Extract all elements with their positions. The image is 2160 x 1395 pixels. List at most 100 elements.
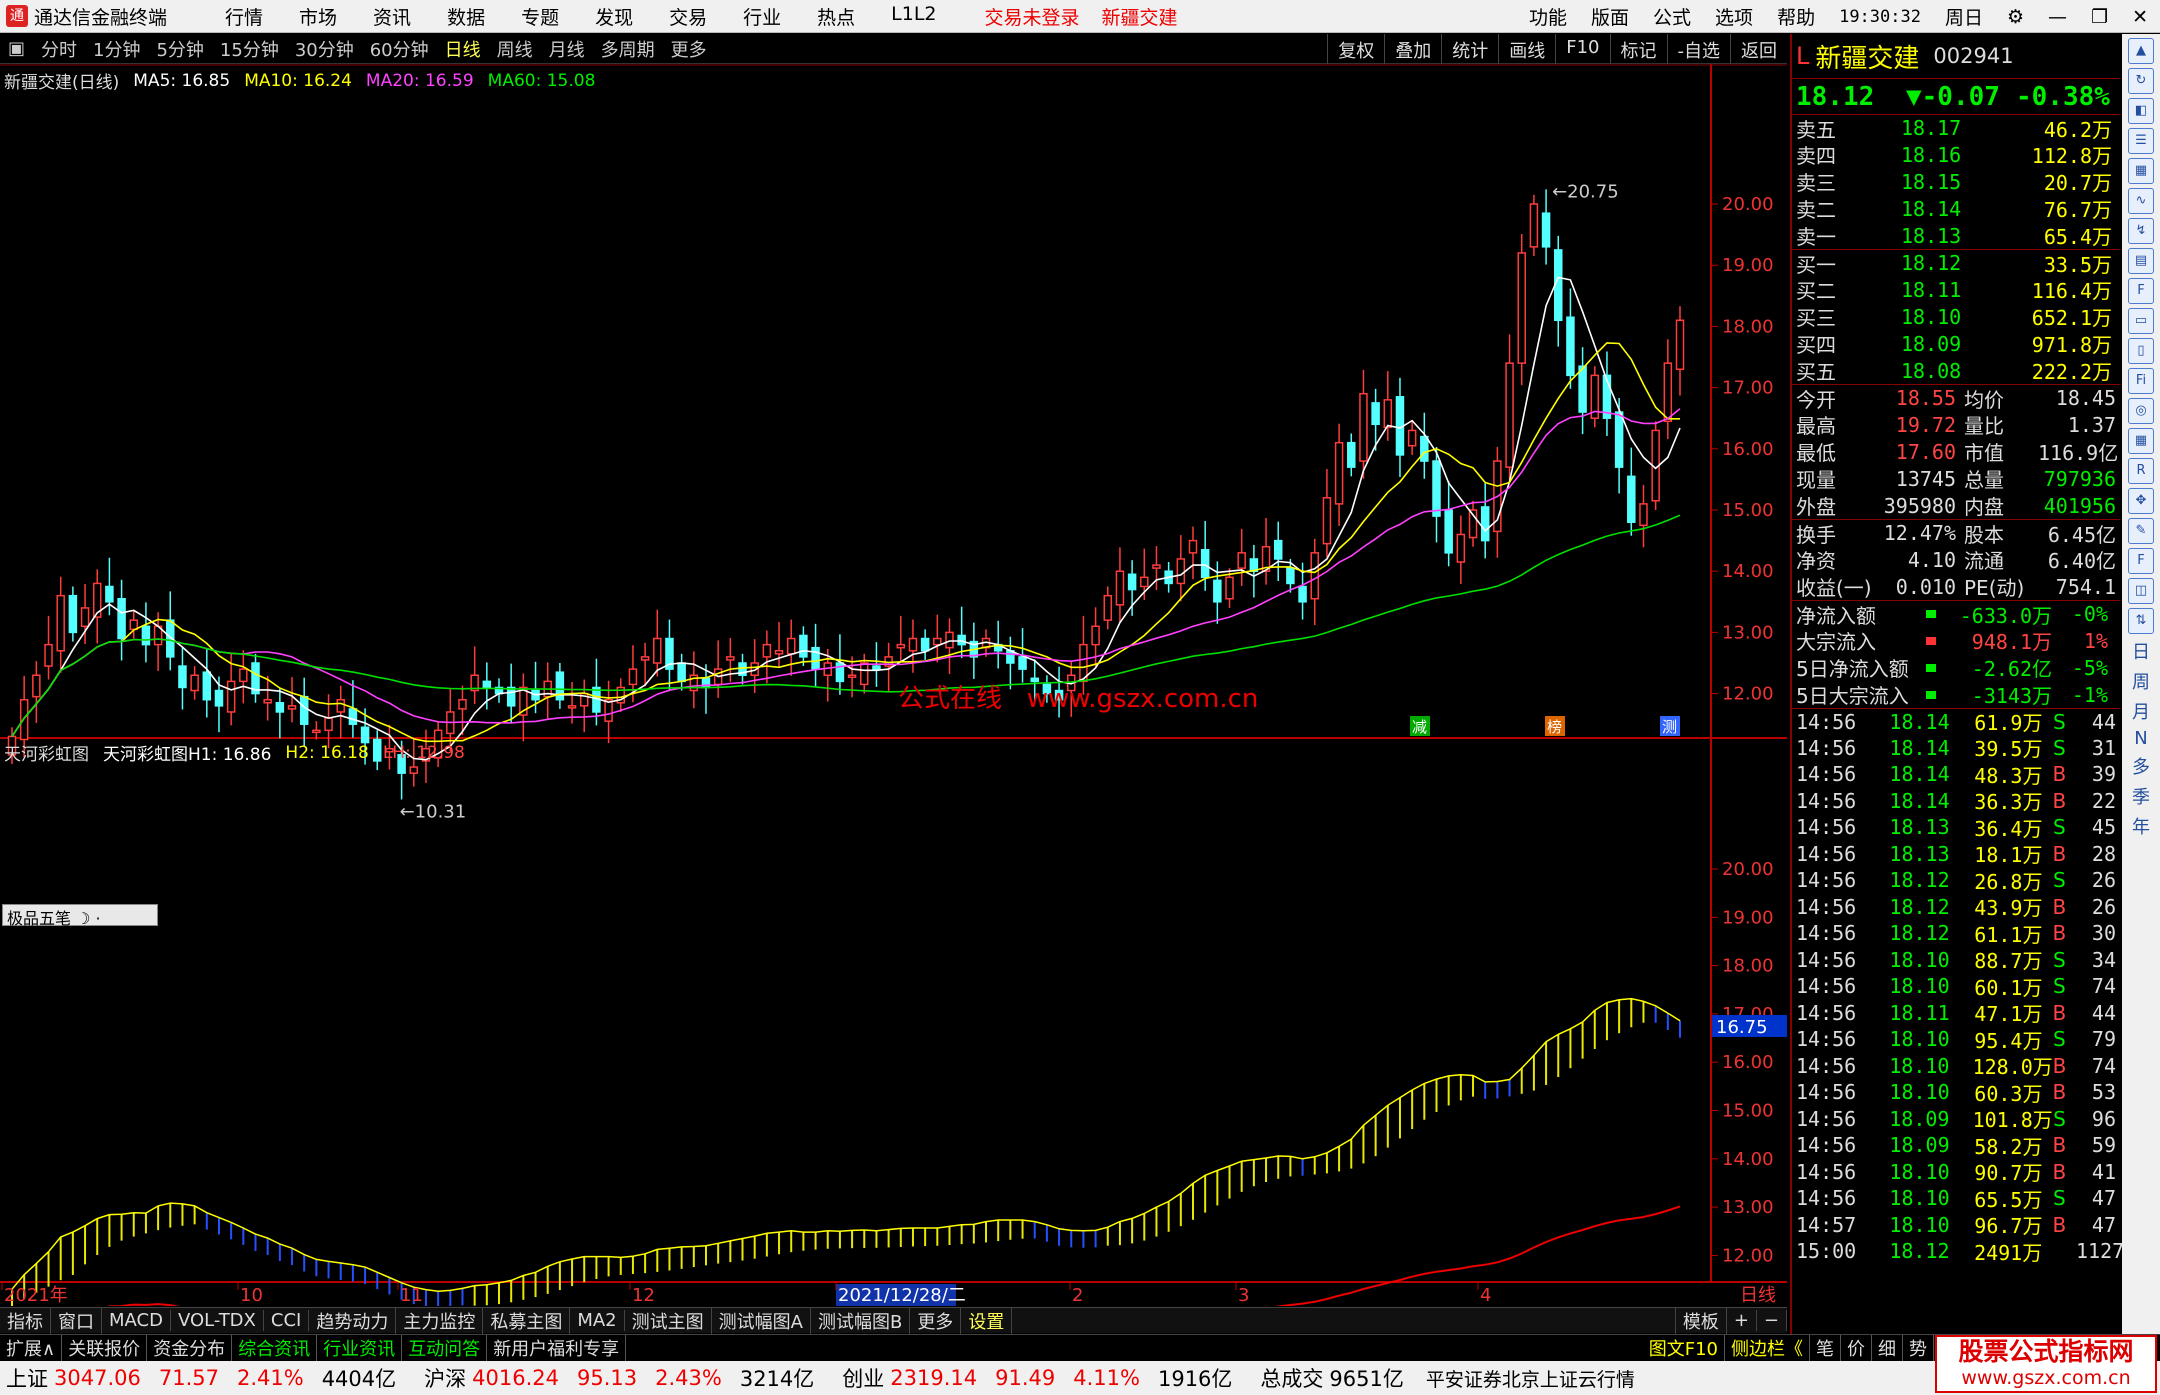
add-pane-button[interactable]: + xyxy=(1727,1310,1757,1331)
index-name[interactable]: 创业 xyxy=(842,1363,884,1393)
close-icon[interactable]: ✕ xyxy=(2120,6,2160,28)
sidebar-tool-icon[interactable]: R xyxy=(2128,458,2154,484)
sidebar-tool-icon[interactable]: ▤ xyxy=(2128,248,2154,274)
link-tab[interactable]: 综合资讯 xyxy=(232,1334,318,1361)
indicator-tab[interactable]: 私募主图 xyxy=(483,1307,571,1334)
indicator-tab[interactable]: VOL-TDX xyxy=(171,1310,264,1331)
orderbook-row[interactable]: 买二 18.11 116.4万 xyxy=(1792,276,2120,304)
orderbook-row[interactable]: 卖三 18.15 20.7万 xyxy=(1792,168,2120,196)
sidebar-period[interactable]: 多 xyxy=(2132,753,2150,779)
index-name[interactable]: 沪深 xyxy=(424,1363,466,1393)
link-tab[interactable]: 关联报价 xyxy=(62,1334,148,1361)
sidebar-tool-icon[interactable]: F xyxy=(2128,548,2154,574)
indicator-tab[interactable]: 更多 xyxy=(910,1307,962,1334)
minimize-icon[interactable]: — xyxy=(2036,6,2079,28)
period-tab[interactable]: 多周期 xyxy=(593,36,663,62)
menu-item[interactable]: 热点 xyxy=(799,3,873,30)
indicator-tab[interactable]: 测试幅图A xyxy=(712,1307,811,1334)
right-menu-item[interactable]: 版面 xyxy=(1579,3,1641,30)
sidebar-tool-icon[interactable]: ↻ xyxy=(2128,68,2154,94)
sidebar-period[interactable]: 年 xyxy=(2132,813,2150,839)
sidebar-tool-icon[interactable]: ▲ xyxy=(2128,38,2154,64)
toolbar-button[interactable]: -自选 xyxy=(1666,34,1731,64)
indicator-tab[interactable]: 测试幅图B xyxy=(811,1307,911,1334)
right-menu-item[interactable]: 公式 xyxy=(1641,3,1703,30)
index-name[interactable]: 上证 xyxy=(6,1363,48,1393)
panel-switch[interactable]: 图文F10 xyxy=(1643,1334,1725,1361)
settings-gear-icon[interactable]: ⚙ xyxy=(1995,6,2036,28)
panel-switch[interactable]: 价 xyxy=(1841,1334,1872,1361)
sidebar-period[interactable]: 日 xyxy=(2132,638,2150,664)
panel-switch[interactable]: 侧边栏《 xyxy=(1725,1334,1810,1361)
period-tab[interactable]: 5分钟 xyxy=(148,36,211,62)
toolbar-button[interactable]: 标记 xyxy=(1609,34,1667,64)
period-tab[interactable]: 更多 xyxy=(663,36,715,62)
link-tab[interactable]: 扩展∧ xyxy=(0,1334,63,1361)
input-method-toolbar[interactable]: 极品五笔 ☽ · xyxy=(2,904,158,928)
period-tab[interactable]: 30分钟 xyxy=(287,36,362,62)
toolbar-button[interactable]: 叠加 xyxy=(1384,34,1441,64)
period-toggle-icon[interactable]: ▣ xyxy=(0,38,33,59)
restore-icon[interactable]: ❐ xyxy=(2079,6,2120,28)
template-button[interactable]: 模板 xyxy=(1674,1307,1727,1334)
sidebar-tool-icon[interactable]: ▯ xyxy=(2128,338,2154,364)
period-tab[interactable]: 月线 xyxy=(541,36,593,62)
sidebar-tool-icon[interactable]: ✥ xyxy=(2128,488,2154,514)
link-tab[interactable]: 资金分布 xyxy=(147,1334,233,1361)
menu-item[interactable]: L1L2 xyxy=(873,3,954,30)
login-status[interactable]: 交易未登录 xyxy=(985,3,1080,30)
panel-switch[interactable]: 势 xyxy=(1903,1334,1934,1361)
sidebar-tool-icon[interactable]: ◫ xyxy=(2128,578,2154,604)
menu-item[interactable]: 数据 xyxy=(429,3,503,30)
indicator-tab[interactable]: 设置 xyxy=(961,1307,1013,1334)
orderbook-row[interactable]: 买一 18.12 33.5万 xyxy=(1792,249,2120,277)
orderbook-row[interactable]: 卖四 18.16 112.8万 xyxy=(1792,141,2120,169)
toolbar-button[interactable]: 复权 xyxy=(1327,34,1384,64)
right-menu-item[interactable]: 帮助 xyxy=(1765,3,1827,30)
indicator-tab[interactable]: 窗口 xyxy=(51,1307,102,1334)
menu-item[interactable]: 交易 xyxy=(651,3,725,30)
menu-item[interactable]: 发现 xyxy=(577,3,651,30)
menu-item[interactable]: 专题 xyxy=(503,3,577,30)
indicator-tab[interactable]: CCI xyxy=(264,1310,310,1331)
indicator-tab[interactable]: MA2 xyxy=(570,1310,625,1331)
sidebar-period[interactable]: 季 xyxy=(2132,783,2150,809)
menu-item[interactable]: 资讯 xyxy=(355,3,429,30)
period-tab[interactable]: 60分钟 xyxy=(362,36,437,62)
right-menu-item[interactable]: 功能 xyxy=(1517,3,1579,30)
link-tab[interactable]: 互动问答 xyxy=(402,1334,488,1361)
sidebar-period[interactable]: 月 xyxy=(2132,698,2150,724)
sidebar-tool-icon[interactable]: ∿ xyxy=(2128,188,2154,214)
orderbook-row[interactable]: 买五 18.08 222.2万 xyxy=(1792,357,2120,385)
indicator-tab[interactable]: 指标 xyxy=(0,1307,51,1334)
menu-item[interactable]: 行情 xyxy=(207,3,281,30)
link-tab[interactable]: 行业资讯 xyxy=(317,1334,403,1361)
period-tab[interactable]: 周线 xyxy=(489,36,541,62)
toolbar-button[interactable]: 画线 xyxy=(1498,34,1555,64)
link-tab[interactable]: 新用户福利专享 xyxy=(487,1334,627,1361)
sidebar-tool-icon[interactable]: ◧ xyxy=(2128,98,2154,124)
indicator-tab[interactable]: 趋势动力 xyxy=(309,1307,397,1334)
sidebar-tool-icon[interactable]: ↯ xyxy=(2128,218,2154,244)
orderbook-row[interactable]: 买四 18.09 971.8万 xyxy=(1792,330,2120,358)
period-tab[interactable]: 日线 xyxy=(437,36,489,62)
kline-chart-area[interactable]: 20.00 19.00 18.00 17.00 16.00 15.00 14.00 13.00… xyxy=(0,64,1787,1306)
orderbook-row[interactable]: 卖五 18.17 46.2万 xyxy=(1792,114,2120,142)
toolbar-button[interactable]: F10 xyxy=(1555,34,1609,64)
remove-pane-button[interactable]: − xyxy=(1757,1310,1787,1331)
panel-switch[interactable]: 细 xyxy=(1872,1334,1903,1361)
orderbook-row[interactable]: 卖二 18.14 76.7万 xyxy=(1792,195,2120,223)
indicator-tab[interactable]: 测试主图 xyxy=(625,1307,712,1334)
sidebar-tool-icon[interactable]: ☰ xyxy=(2128,128,2154,154)
toolbar-button[interactable]: 统计 xyxy=(1441,34,1498,64)
sidebar-tool-icon[interactable]: ◎ xyxy=(2128,398,2154,424)
sidebar-tool-icon[interactable]: ▭ xyxy=(2128,308,2154,334)
period-tab[interactable]: 1分钟 xyxy=(85,36,148,62)
period-tab[interactable]: 分时 xyxy=(33,36,85,62)
sidebar-period[interactable]: N xyxy=(2134,728,2147,749)
indicator-tab[interactable]: 主力监控 xyxy=(396,1307,484,1334)
sidebar-tool-icon[interactable]: ✎ xyxy=(2128,518,2154,544)
period-tab[interactable]: 15分钟 xyxy=(212,36,287,62)
sidebar-tool-icon[interactable]: ⇅ xyxy=(2128,608,2154,634)
right-menu-item[interactable]: 选项 xyxy=(1703,3,1765,30)
